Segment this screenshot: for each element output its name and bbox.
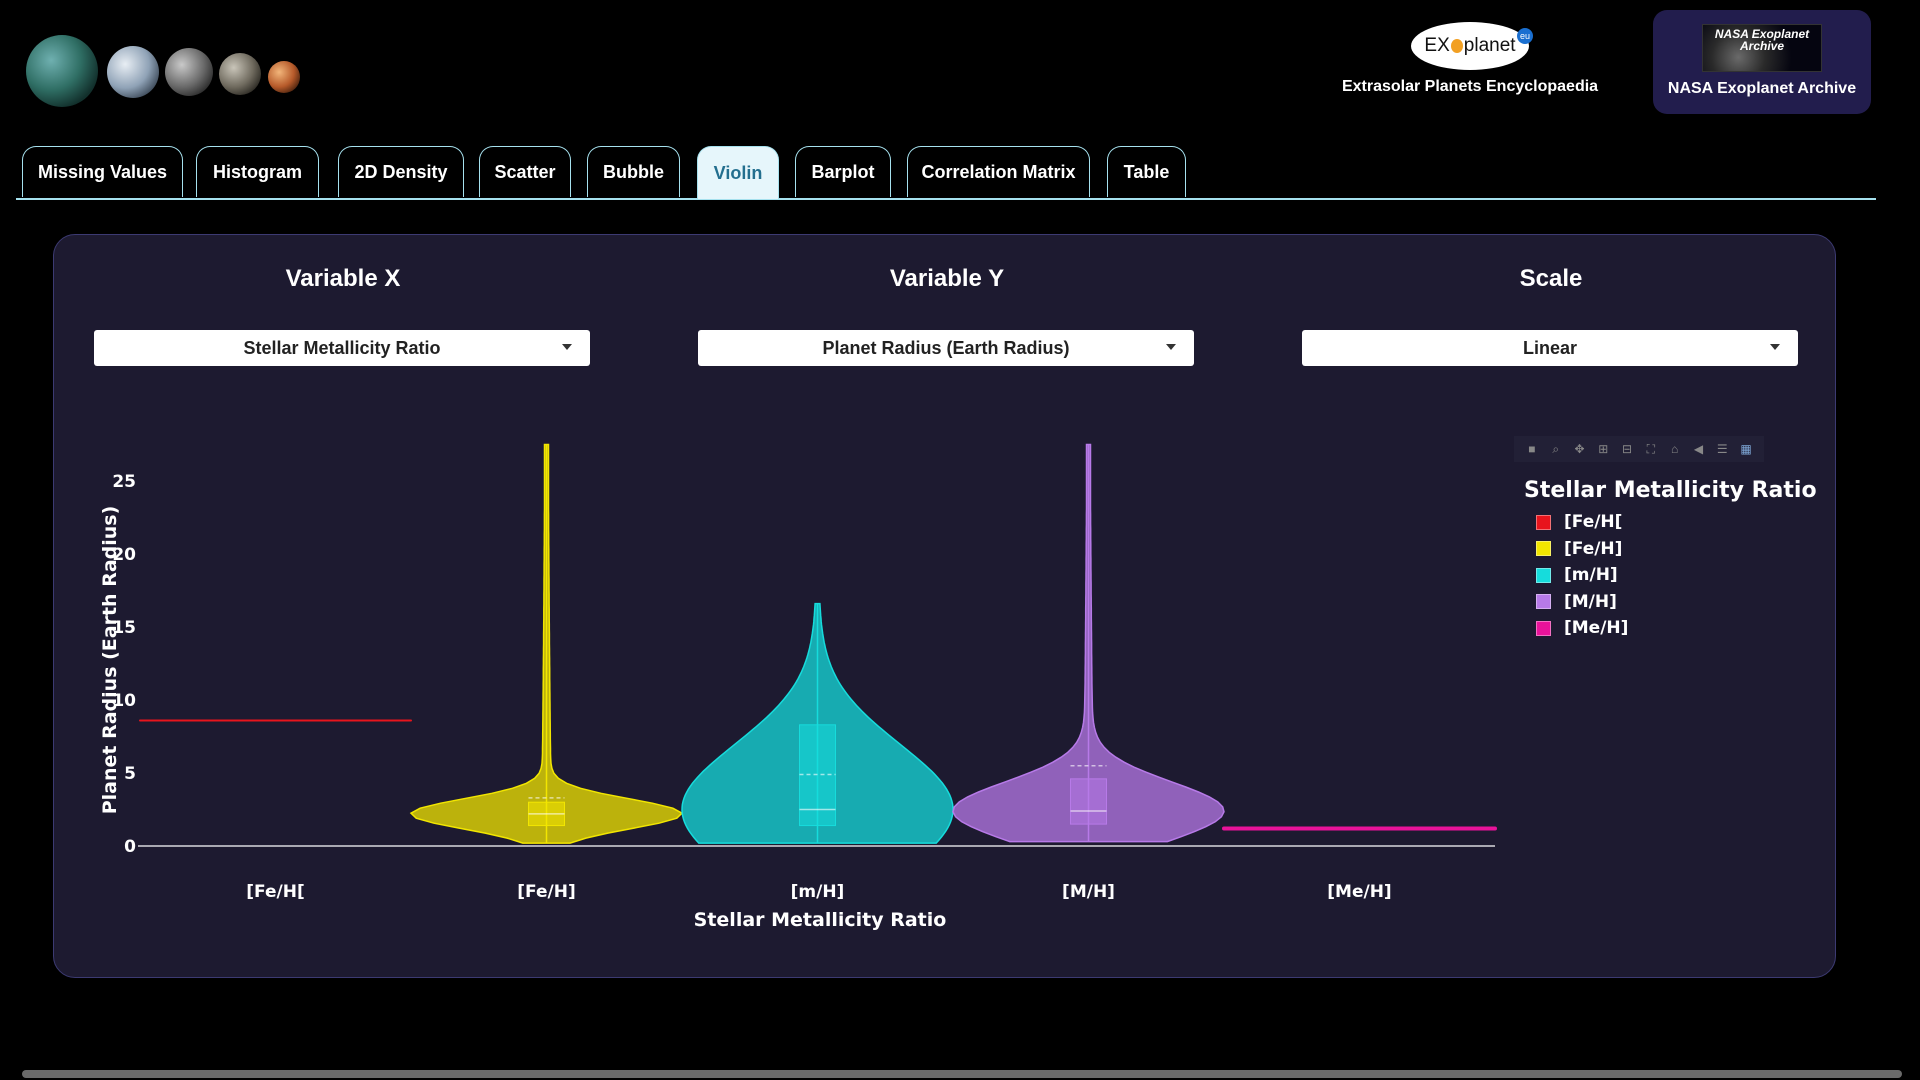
scale-label: Scale bbox=[1519, 265, 1583, 292]
variable-y-select[interactable]: Planet Radius (Earth Radius) bbox=[698, 330, 1194, 366]
tab-bar: Missing Values Histogram 2D Density Scat… bbox=[16, 146, 1876, 200]
legend-label: [M/H] bbox=[1564, 591, 1617, 612]
tab-missing-values[interactable]: Missing Values bbox=[22, 146, 183, 197]
legend-item[interactable]: [Me/H] bbox=[1524, 615, 1817, 642]
legend-item[interactable]: [Fe/H] bbox=[1524, 536, 1817, 563]
tab-2d-density[interactable]: 2D Density bbox=[338, 146, 464, 197]
nasa-archive-caption: NASA Exoplanet Archive bbox=[1667, 80, 1857, 97]
scale-select[interactable]: Linear bbox=[1302, 330, 1798, 366]
legend-label: [m/H] bbox=[1564, 565, 1618, 586]
tab-barplot[interactable]: Barplot bbox=[795, 146, 891, 197]
legend-swatch bbox=[1536, 620, 1551, 636]
legend-swatch bbox=[1536, 541, 1551, 557]
variable-x-select[interactable]: Stellar Metallicity Ratio bbox=[94, 330, 590, 366]
tab-histogram[interactable]: Histogram bbox=[196, 146, 319, 197]
variable-x-label: Variable X bbox=[285, 265, 401, 292]
legend-label: [Fe/H] bbox=[1564, 538, 1623, 559]
chevron-down-icon bbox=[562, 344, 572, 350]
logo-text-planet: planet bbox=[1463, 35, 1516, 56]
autoscale-icon[interactable]: ⛶ bbox=[1644, 442, 1657, 456]
variable-x-value: Stellar Metallicity Ratio bbox=[243, 337, 441, 358]
pan-icon[interactable]: ✥ bbox=[1573, 442, 1586, 456]
logo-text-ex: EX bbox=[1424, 35, 1450, 56]
exoplanet-eu-logo[interactable]: EX planet eu Extrasolar Planets Encyclopa… bbox=[1340, 22, 1600, 104]
exoplanet-eu-logo-mark: EX planet eu bbox=[1411, 22, 1533, 70]
legend-items: [Fe/H[ [Fe/H] [m/H] [M/H] [Me/H] bbox=[1524, 509, 1817, 642]
planet-icy bbox=[107, 46, 159, 98]
horizontal-scrollbar[interactable] bbox=[22, 1070, 1902, 1078]
legend-label: [Me/H] bbox=[1564, 618, 1629, 639]
zoom-icon[interactable]: ⌕ bbox=[1549, 442, 1562, 456]
tab-violin[interactable]: Violin bbox=[697, 146, 779, 199]
legend-title: Stellar Metallicity Ratio bbox=[1524, 478, 1817, 503]
chart-legend: Stellar Metallicity Ratio [Fe/H[ [Fe/H] [m… bbox=[1524, 478, 1817, 642]
tab-table[interactable]: Table bbox=[1107, 146, 1186, 197]
legend-swatch bbox=[1536, 567, 1551, 583]
nasa-archive-logo[interactable]: NASA Exoplanet Archive NASA Exoplanet Ar… bbox=[1653, 10, 1871, 114]
planet-mars bbox=[268, 61, 300, 93]
chevron-down-icon bbox=[1770, 344, 1780, 350]
legend-item[interactable]: [m/H] bbox=[1524, 562, 1817, 589]
zoom-in-icon[interactable]: ⊞ bbox=[1597, 442, 1610, 456]
hover-closest-icon[interactable]: ◀ bbox=[1692, 442, 1705, 456]
tab-scatter[interactable]: Scatter bbox=[479, 146, 571, 197]
logo-planet-dot bbox=[1450, 39, 1463, 53]
legend-label: [Fe/H[ bbox=[1564, 512, 1623, 533]
camera-icon[interactable]: ■ bbox=[1525, 442, 1538, 456]
scale-value: Linear bbox=[1522, 337, 1578, 358]
planet-rocky bbox=[219, 53, 261, 95]
legend-item[interactable]: [Fe/H[ bbox=[1524, 509, 1817, 536]
planet-earthlike bbox=[26, 35, 98, 107]
tab-bubble[interactable]: Bubble bbox=[587, 146, 680, 197]
legend-swatch bbox=[1536, 594, 1551, 610]
chevron-down-icon bbox=[1166, 344, 1176, 350]
plotly-logo-icon[interactable]: ▦ bbox=[1740, 442, 1753, 456]
nasa-archive-logo-image: NASA Exoplanet Archive bbox=[1702, 24, 1822, 72]
hover-compare-icon[interactable]: ☰ bbox=[1716, 442, 1729, 456]
tab-correlation-matrix[interactable]: Correlation Matrix bbox=[907, 146, 1090, 197]
planet-grey bbox=[165, 48, 213, 96]
exoplanet-eu-caption: Extrasolar Planets Encyclopaedia bbox=[1341, 78, 1599, 95]
variable-y-label: Variable Y bbox=[889, 265, 1005, 292]
reset-axes-icon[interactable]: ⌂ bbox=[1668, 442, 1681, 456]
zoom-out-icon[interactable]: ⊟ bbox=[1621, 442, 1634, 456]
legend-item[interactable]: [M/H] bbox=[1524, 589, 1817, 616]
planets-banner bbox=[26, 32, 306, 112]
variable-y-value: Planet Radius (Earth Radius) bbox=[822, 337, 1070, 358]
logo-eu-badge: eu bbox=[1517, 28, 1533, 44]
chart-modebar: ■ ⌕ ✥ ⊞ ⊟ ⛶ ⌂ ◀ ☰ ▦ bbox=[1514, 436, 1764, 462]
legend-swatch bbox=[1536, 514, 1551, 530]
